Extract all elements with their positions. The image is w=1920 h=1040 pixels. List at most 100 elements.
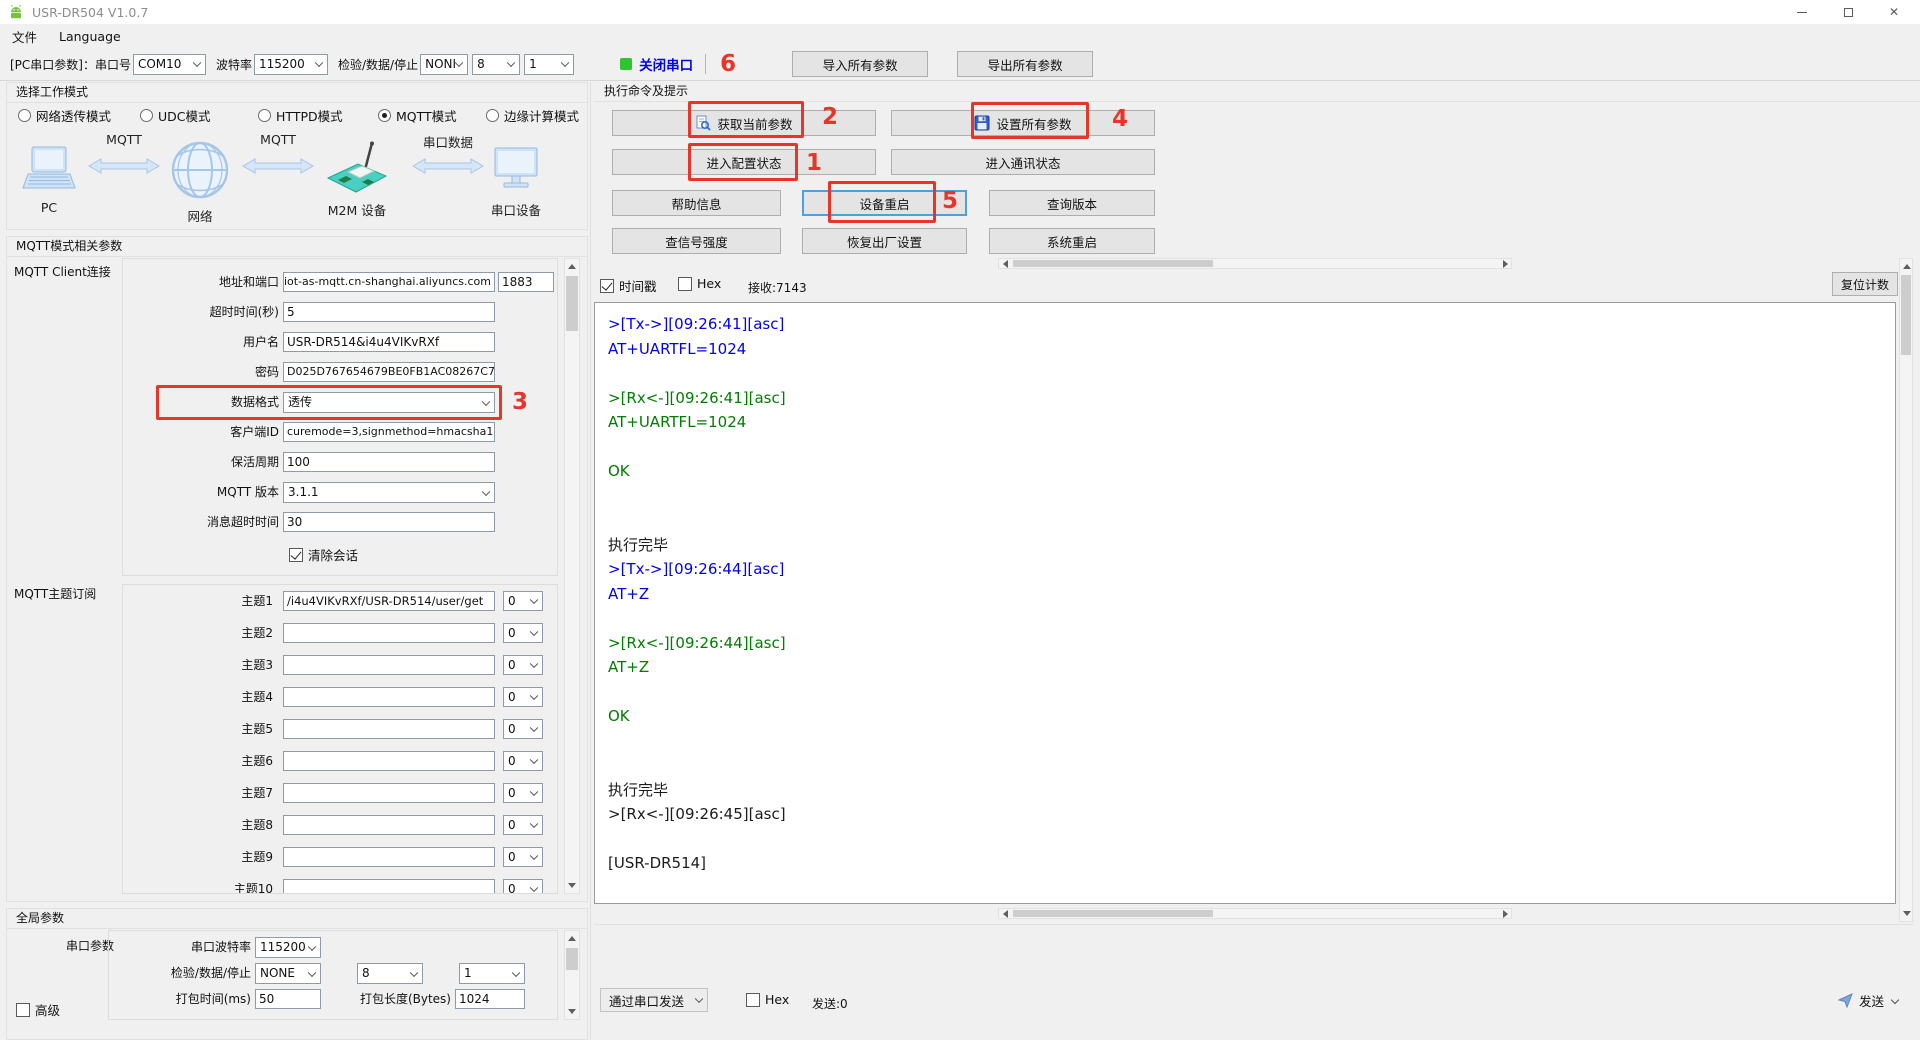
- stopbits-select[interactable]: 1: [524, 53, 575, 75]
- topic-qos-select[interactable]: 0: [503, 655, 543, 675]
- reset-counter-button[interactable]: 复位计数: [1832, 272, 1898, 296]
- send-area-divider: [594, 924, 1914, 925]
- scroll-up-icon[interactable]: [1900, 259, 1914, 274]
- topic-qos-select[interactable]: 0: [503, 623, 543, 643]
- log-top-scrollbar[interactable]: [998, 258, 1512, 269]
- topic-qos-select[interactable]: 0: [503, 783, 543, 803]
- log-line: AT+UARTFL=1024: [608, 413, 747, 431]
- address-input[interactable]: i.iot-as-mqtt.cn-shanghai.aliyuncs.com: [283, 272, 495, 292]
- topic-input[interactable]: [283, 719, 495, 739]
- chevron-down-icon: [560, 58, 570, 68]
- send-via-serial-select[interactable]: 通过串口发送: [600, 988, 708, 1012]
- scroll-right-icon[interactable]: [1499, 909, 1511, 918]
- close-button[interactable]: ✕: [1871, 0, 1917, 24]
- topic-qos-select[interactable]: 0: [503, 847, 543, 867]
- radio-icon: [378, 109, 391, 122]
- scroll-left-icon[interactable]: [999, 909, 1011, 918]
- mqtt-version-select[interactable]: 3.1.1: [283, 482, 495, 503]
- scroll-up-icon[interactable]: [565, 259, 579, 274]
- recv-hex-checkbox[interactable]: Hex: [678, 276, 721, 291]
- menu-file[interactable]: 文件: [12, 27, 37, 46]
- chevron-down-icon: [192, 58, 202, 68]
- topic-input[interactable]: [283, 623, 495, 643]
- timestamp-checkbox[interactable]: 时间戳: [600, 276, 657, 295]
- serial-toolbar: [PC串口参数]：串口号 COM10 波特率 115200 检验/数据/停止 N…: [0, 48, 1920, 81]
- enter-comm-button[interactable]: 进入通讯状态: [891, 149, 1155, 175]
- system-restart-button[interactable]: 系统重启: [989, 228, 1155, 254]
- scroll-down-icon[interactable]: [565, 878, 579, 893]
- help-button[interactable]: 帮助信息: [612, 190, 781, 216]
- topic-input[interactable]: [283, 751, 495, 771]
- topic-qos-select[interactable]: 0: [503, 751, 543, 771]
- global-parity-select[interactable]: NONE: [255, 963, 321, 984]
- send-button[interactable]: 发送: [1824, 988, 1912, 1012]
- radio-mode-1[interactable]: UDC模式: [140, 106, 211, 125]
- log-line: OK: [608, 707, 630, 725]
- topic-qos-select[interactable]: 0: [503, 879, 543, 893]
- topic-qos-select[interactable]: 0: [503, 687, 543, 707]
- send-hex-checkbox[interactable]: Hex: [746, 992, 789, 1007]
- timeout-input[interactable]: 5: [283, 302, 495, 322]
- log-bottom-scrollbar[interactable]: [998, 908, 1512, 919]
- radio-mode-4[interactable]: 边缘计算模式: [486, 106, 579, 125]
- mqtt-panel-scrollbar[interactable]: [564, 258, 580, 894]
- menu-language[interactable]: Language: [59, 29, 121, 44]
- clean-session-checkbox[interactable]: 清除会话: [289, 545, 358, 564]
- radio-mode-3[interactable]: MQTT模式: [378, 106, 457, 125]
- topic-input[interactable]: [283, 847, 495, 867]
- scrollbar-thumb[interactable]: [1013, 910, 1213, 917]
- export-params-button[interactable]: 导出所有参数: [957, 51, 1094, 77]
- scrollbar-thumb[interactable]: [566, 948, 578, 970]
- client-id-input[interactable]: curemode=3,signmethod=hmacsha1|: [283, 422, 495, 442]
- scroll-right-icon[interactable]: [1499, 259, 1511, 268]
- factory-reset-button[interactable]: 恢复出厂设置: [802, 228, 967, 254]
- topic-qos-select[interactable]: 0: [503, 815, 543, 835]
- scrollbar-thumb[interactable]: [1901, 275, 1911, 355]
- scrollbar-thumb[interactable]: [566, 276, 578, 331]
- topic-input[interactable]: /i4u4VIKvRXf/USR-DR514/user/get: [283, 591, 495, 611]
- chevron-down-icon: [529, 787, 539, 797]
- data-format-select[interactable]: 透传: [283, 392, 495, 413]
- topic-input[interactable]: [283, 655, 495, 675]
- pack-time-input[interactable]: 50: [255, 989, 321, 1009]
- topic-input[interactable]: [283, 879, 495, 893]
- username-input[interactable]: USR-DR514&i4u4VIKvRXf: [283, 332, 495, 352]
- log-vertical-scrollbar[interactable]: [1899, 258, 1913, 922]
- databits-select[interactable]: 8: [472, 53, 521, 75]
- pack-len-input[interactable]: 1024: [455, 989, 525, 1009]
- topic-qos-select[interactable]: 0: [503, 591, 543, 611]
- scrollbar-thumb[interactable]: [1013, 260, 1213, 267]
- topic-input[interactable]: [283, 815, 495, 835]
- global-databits-select[interactable]: 8: [357, 963, 423, 984]
- minimize-button[interactable]: [1779, 0, 1825, 24]
- global-stopbits-select[interactable]: 1: [459, 963, 525, 984]
- enter-config-button[interactable]: 进入配置状态: [612, 149, 876, 175]
- global-baud-select[interactable]: 115200: [255, 937, 321, 958]
- advanced-checkbox[interactable]: 高级: [16, 1000, 60, 1019]
- com-port-select[interactable]: COM10: [132, 53, 206, 75]
- msg-timeout-input[interactable]: 30: [283, 512, 495, 532]
- maximize-button[interactable]: [1825, 0, 1871, 24]
- query-version-button[interactable]: 查询版本: [989, 190, 1155, 216]
- import-params-button[interactable]: 导入所有参数: [792, 51, 929, 77]
- log-output[interactable]: >[Tx->][09:26:41][asc] AT+UARTFL=1024 >[R…: [594, 302, 1896, 904]
- scroll-down-icon[interactable]: [565, 1004, 579, 1019]
- scroll-down-icon[interactable]: [1900, 906, 1914, 921]
- radio-mode-0[interactable]: 网络透传模式: [18, 106, 111, 125]
- close-port-button[interactable]: 关闭串口: [620, 54, 693, 74]
- password-input[interactable]: D025D767654679BE0FB1AC08267C7: [283, 362, 495, 382]
- radio-mode-2[interactable]: HTTPD模式: [258, 106, 343, 125]
- topic-input[interactable]: [283, 687, 495, 707]
- parity-select[interactable]: NONI: [420, 53, 469, 75]
- port-input[interactable]: 1883: [498, 272, 554, 292]
- topic-qos-select[interactable]: 0: [503, 719, 543, 739]
- topic-input[interactable]: [283, 783, 495, 803]
- diagram-node-pc: PC: [40, 200, 58, 215]
- scroll-left-icon[interactable]: [999, 259, 1011, 268]
- scroll-up-icon[interactable]: [565, 931, 579, 946]
- baud-select[interactable]: 115200: [254, 53, 328, 75]
- query-signal-button[interactable]: 查信号强度: [612, 228, 781, 254]
- keepalive-input[interactable]: 100: [283, 452, 495, 472]
- global-panel-scrollbar[interactable]: [564, 930, 580, 1020]
- keepalive-label: 保活周期: [230, 455, 279, 469]
